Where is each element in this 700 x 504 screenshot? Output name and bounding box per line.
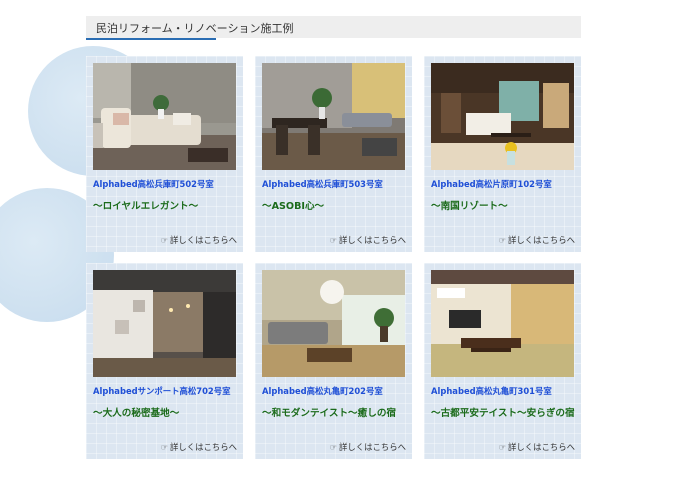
details-link-label: 詳しくはこちらへ	[508, 235, 575, 245]
details-link-label: 詳しくはこちらへ	[339, 235, 406, 245]
room-name: Alphabed高松丸亀町202号室	[262, 386, 383, 396]
room-catchphrase: ～和モダンテイスト～癒しの宿	[262, 408, 397, 419]
details-link-label: 詳しくはこちらへ	[508, 442, 575, 452]
dining-room-photo[interactable]	[262, 63, 405, 170]
room-catchphrase: ～ロイヤルエレガント～	[93, 201, 199, 212]
pointing-hand-icon: ☞	[160, 443, 168, 452]
page: 民泊リフォーム・リノベーション施工例 Alphabed高松兵庫町502号室 ～ロ…	[0, 0, 700, 504]
case-card-marugamemachi-202[interactable]: Alphabed高松丸亀町202号室 ～和モダンテイスト～癒しの宿 ☞ 詳しくはこ…	[255, 263, 412, 459]
pointing-hand-icon: ☞	[329, 443, 337, 452]
section-title: 民泊リフォーム・リノベーション施工例	[96, 22, 294, 35]
pointing-hand-icon: ☞	[498, 443, 506, 452]
case-card-sunport-702[interactable]: Alphabedサンポート高松702号室 ～大人の秘密基地～ ☞ 詳しくはこちらへ	[86, 263, 243, 459]
section-header: 民泊リフォーム・リノベーション施工例	[86, 16, 581, 40]
room-catchphrase: ～古都平安テイスト～安らぎの宿	[431, 408, 575, 419]
details-link[interactable]: ☞ 詳しくはこちらへ	[499, 441, 575, 453]
room-name: Alphabed高松兵庫町502号室	[93, 179, 214, 189]
details-link-label: 詳しくはこちらへ	[170, 235, 237, 245]
pointing-hand-icon: ☞	[329, 236, 337, 245]
room-catchphrase: ～大人の秘密基地～	[93, 408, 180, 419]
details-link[interactable]: ☞ 詳しくはこちらへ	[330, 234, 406, 246]
pointing-hand-icon: ☞	[498, 236, 506, 245]
details-link[interactable]: ☞ 詳しくはこちらへ	[161, 441, 237, 453]
resort-bedroom-photo[interactable]	[431, 63, 574, 170]
room-name: Alphabed高松片原町102号室	[431, 179, 552, 189]
case-card-kataharamachi-102[interactable]: Alphabed高松片原町102号室 ～南国リゾート～ ☞ 詳しくはこちらへ	[424, 56, 581, 252]
living-room-sofa-photo[interactable]	[93, 63, 236, 170]
japanese-modern-room-photo[interactable]	[262, 270, 405, 377]
case-card-hyogomachi-503[interactable]: Alphabed高松兵庫町503号室 ～ASOBI心～ ☞ 詳しくはこちらへ	[255, 56, 412, 252]
room-catchphrase: ～南国リゾート～	[431, 201, 508, 212]
section-title-underline	[86, 38, 216, 40]
details-link-label: 詳しくはこちらへ	[339, 442, 406, 452]
details-link-label: 詳しくはこちらへ	[170, 442, 237, 452]
tatami-room-photo[interactable]	[431, 270, 574, 377]
room-name: Alphabedサンポート高松702号室	[93, 386, 231, 396]
case-card-hyogomachi-502[interactable]: Alphabed高松兵庫町502号室 ～ロイヤルエレガント～ ☞ 詳しくはこちらへ	[86, 56, 243, 252]
pointing-hand-icon: ☞	[160, 236, 168, 245]
room-name: Alphabed高松丸亀町301号室	[431, 386, 552, 396]
room-name: Alphabed高松兵庫町503号室	[262, 179, 383, 189]
loft-room-photo[interactable]	[93, 270, 236, 377]
details-link[interactable]: ☞ 詳しくはこちらへ	[330, 441, 406, 453]
room-catchphrase: ～ASOBI心～	[262, 201, 325, 212]
details-link[interactable]: ☞ 詳しくはこちらへ	[161, 234, 237, 246]
case-card-marugamemachi-301[interactable]: Alphabed高松丸亀町301号室 ～古都平安テイスト～安らぎの宿 ☞ 詳しくは…	[424, 263, 581, 459]
details-link[interactable]: ☞ 詳しくはこちらへ	[499, 234, 575, 246]
